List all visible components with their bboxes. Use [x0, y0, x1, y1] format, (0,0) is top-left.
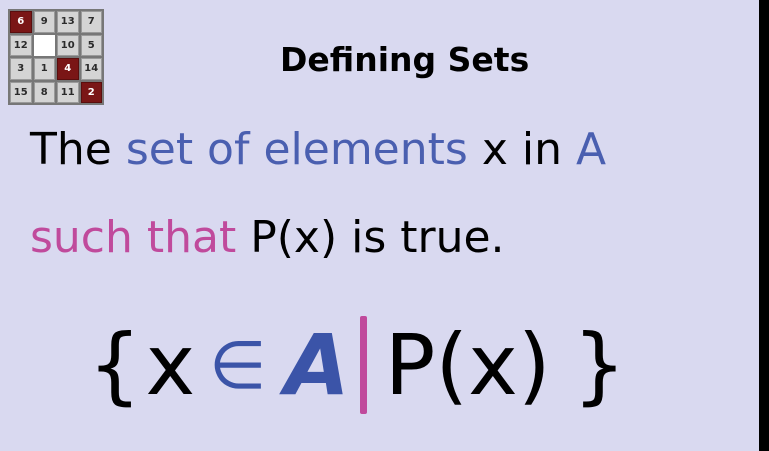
text-the: The — [30, 124, 126, 175]
text-set-a: A — [575, 124, 607, 175]
fifteen-puzzle-logo: 6 9 13 7 12 10 5 3 1 4 14 15 8 11 2 — [8, 9, 104, 105]
predicate: P(x) — [384, 316, 551, 414]
set-a: A — [284, 316, 350, 414]
puzzle-tile: 6 — [10, 11, 32, 33]
puzzle-tile: 5 — [80, 34, 102, 56]
puzzle-tile: 4 — [57, 58, 79, 80]
puzzle-tile: 12 — [10, 34, 32, 56]
definition-line-1: The set of elements x in A — [30, 124, 606, 175]
puzzle-tile: 13 — [57, 11, 79, 33]
puzzle-tile: 3 — [10, 58, 32, 80]
text-set-of-elements: set of elements — [125, 124, 468, 175]
element-of-symbol: ∈ — [209, 326, 267, 404]
such-that-bar — [359, 316, 367, 414]
variable-x: x — [145, 316, 196, 414]
puzzle-tile: 1 — [33, 58, 55, 80]
open-brace: { — [88, 316, 142, 414]
puzzle-tile: 15 — [10, 81, 32, 103]
close-brace: } — [572, 316, 627, 414]
puzzle-tile: 10 — [57, 34, 79, 56]
puzzle-tile: 8 — [33, 81, 55, 103]
text-x-in: x in — [467, 124, 576, 175]
puzzle-tile: 2 — [80, 81, 102, 103]
set-builder-formula: { x ∈ A P(x) } — [88, 305, 626, 425]
puzzle-tile: 7 — [80, 11, 102, 33]
slide: 6 9 13 7 12 10 5 3 1 4 14 15 8 11 2 Defi… — [0, 0, 759, 451]
puzzle-tile-blank — [33, 34, 55, 56]
puzzle-tile: 9 — [33, 11, 55, 33]
definition-line-2: such that P(x) is true. — [30, 212, 505, 263]
text-predicate-true: P(x) is true. — [236, 212, 505, 263]
puzzle-tile: 14 — [80, 58, 102, 80]
text-such-that: such that — [30, 212, 237, 263]
puzzle-tile: 11 — [57, 81, 79, 103]
slide-title: Defining Sets — [280, 40, 530, 79]
